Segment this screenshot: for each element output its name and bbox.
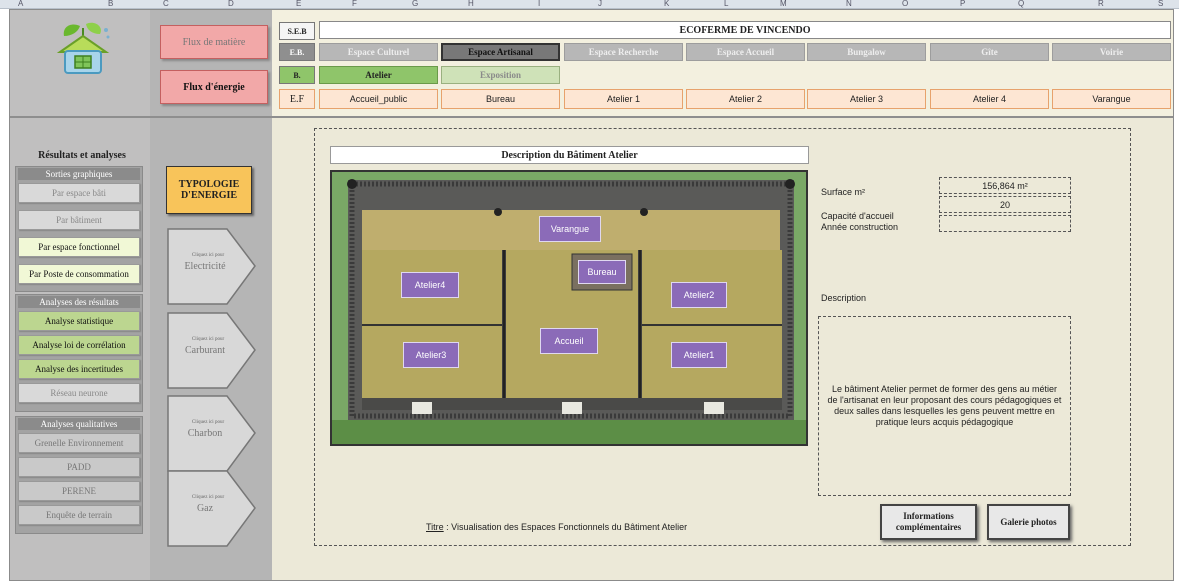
description-box: Le bâtiment Atelier permet de former des…: [818, 316, 1071, 496]
column-header-q[interactable]: Q: [1018, 0, 1024, 8]
espace-fonctionnel-button-1[interactable]: Bureau: [441, 89, 560, 109]
qualitatives-header: Analyses qualitatives: [18, 418, 140, 430]
column-header-s[interactable]: S: [1158, 0, 1163, 8]
row-tag-ef: E.F: [279, 89, 315, 109]
espace-bati-button-0[interactable]: Espace Culturel: [319, 43, 438, 61]
room-atelier1-label[interactable]: Atelier1: [671, 342, 727, 368]
espace-bati-button-3[interactable]: Espace Accueil: [686, 43, 805, 61]
header-divider: [10, 116, 1173, 118]
sidebar-heading: Résultats et analyses: [38, 150, 126, 161]
room-varangue-label[interactable]: Varangue: [539, 216, 601, 242]
description-title: Description du Bâtiment Atelier: [330, 146, 809, 164]
energy-hint-text: Cliquez ici pour: [191, 253, 225, 258]
espace-fonctionnel-button-5[interactable]: Atelier 4: [930, 89, 1049, 109]
annee-value: [939, 215, 1071, 232]
sorties-button-2[interactable]: Par espace fonctionnel: [18, 237, 140, 257]
floor-plan-image: Varangue Bureau Atelier4 Atelier2 Accuei…: [330, 170, 808, 446]
column-header-h[interactable]: H: [468, 0, 474, 8]
sorties-header: Sorties graphiques: [18, 168, 140, 180]
column-header-k[interactable]: K: [664, 0, 669, 8]
column-header-l[interactable]: L: [724, 0, 728, 8]
description-text: Le bâtiment Atelier permet de former des…: [827, 384, 1062, 427]
caption-prefix: Titre: [426, 522, 444, 532]
flux-energie-button[interactable]: Flux d'énergie: [160, 70, 268, 104]
qualitatives-button-3[interactable]: Enquête de terrain: [18, 505, 140, 525]
column-header-r[interactable]: R: [1098, 0, 1104, 8]
espace-bati-button-4[interactable]: Bungalow: [807, 43, 926, 61]
espace-bati-button-6[interactable]: Voirie: [1052, 43, 1171, 61]
espace-bati-button-2[interactable]: Espace Recherche: [564, 43, 683, 61]
spreadsheet-column-headers: A B C D E F G H I J K L M N O P Q R S: [0, 0, 1179, 9]
analyses-button-2[interactable]: Analyse des incertitudes: [18, 359, 140, 379]
espace-fonctionnel-button-4[interactable]: Atelier 3: [807, 89, 926, 109]
row-tag-seb: S.E.B: [279, 22, 315, 40]
column-header-j[interactable]: J: [598, 0, 602, 8]
energy-label: Charbon: [187, 428, 223, 439]
analyses-button-3[interactable]: Réseau neurone: [18, 383, 140, 403]
row-tag-b: B.: [279, 66, 315, 84]
page-title: ECOFERME DE VINCENDO: [319, 21, 1171, 39]
eco-house-logo: [50, 20, 115, 78]
capacite-label: Capacité d'accueil: [821, 211, 894, 221]
batiment-button-0[interactable]: Atelier: [319, 66, 438, 84]
annee-label: Année construction: [821, 222, 899, 232]
room-atelier2-label[interactable]: Atelier2: [671, 282, 727, 308]
column-header-m[interactable]: M: [780, 0, 787, 8]
column-header-p[interactable]: P: [960, 0, 965, 8]
column-header-e[interactable]: E: [296, 0, 301, 8]
energy-gaz-button[interactable]: Cliquez ici pour Gaz: [167, 470, 257, 550]
energy-label: Electricité: [184, 261, 226, 272]
column-header-i[interactable]: I: [538, 0, 540, 8]
column-header-a[interactable]: A: [18, 0, 23, 8]
description-label: Description: [821, 293, 867, 303]
galerie-photos-button[interactable]: Galerie photos: [987, 504, 1070, 540]
batiment-button-1[interactable]: Exposition: [441, 66, 560, 84]
energy-label: Gaz: [196, 503, 214, 514]
column-header-o[interactable]: O: [902, 0, 908, 8]
room-bureau-label[interactable]: Bureau: [578, 260, 626, 284]
column-header-f[interactable]: F: [352, 0, 357, 8]
surface-label: Surface m²: [821, 187, 866, 197]
analyses-button-1[interactable]: Analyse loi de corrélation: [18, 335, 140, 355]
energy-hint-text: Cliquez ici pour: [191, 495, 225, 500]
column-header-g[interactable]: G: [412, 0, 418, 8]
espace-bati-button-5[interactable]: Gîte: [930, 43, 1049, 61]
sorties-button-0[interactable]: Par espace bâti: [18, 183, 140, 203]
analyses-button-0[interactable]: Analyse statistique: [18, 311, 140, 331]
energy-hint-text: Cliquez ici pour: [191, 337, 225, 342]
qualitatives-button-2[interactable]: PERENE: [18, 481, 140, 501]
energy-carburant-button[interactable]: Cliquez ici pour Carburant: [167, 312, 257, 392]
column-header-c[interactable]: C: [163, 0, 169, 8]
energy-charbon-button[interactable]: Cliquez ici pour Charbon: [167, 395, 257, 475]
sorties-button-1[interactable]: Par bâtiment: [18, 210, 140, 230]
flux-matiere-button[interactable]: Flux de matière: [160, 25, 268, 59]
column-header-n[interactable]: N: [846, 0, 852, 8]
caption-text: : Visualisation des Espaces Fonctionnels…: [443, 522, 688, 532]
energy-label: Carburant: [185, 345, 225, 356]
qualitatives-button-1[interactable]: PADD: [18, 457, 140, 477]
surface-value: 156,864 m²: [939, 177, 1071, 194]
room-accueil-label[interactable]: Accueil: [540, 328, 598, 354]
capacite-value: 20: [939, 196, 1071, 213]
energy-hint-text: Cliquez ici pour: [191, 420, 225, 425]
espace-fonctionnel-button-2[interactable]: Atelier 1: [564, 89, 683, 109]
typologie-energie-box: TYPOLOGIE D'ENERGIE: [166, 166, 252, 214]
column-header-d[interactable]: D: [228, 0, 234, 8]
sorties-button-3[interactable]: Par Poste de consommation: [18, 264, 140, 284]
room-atelier3-label[interactable]: Atelier3: [403, 342, 459, 368]
row-tag-eb: E.B.: [279, 43, 315, 61]
column-header-b[interactable]: B: [108, 0, 113, 8]
espace-bati-button-1[interactable]: Espace Artisanal: [441, 43, 560, 61]
qualitatives-button-0[interactable]: Grenelle Environnement: [18, 433, 140, 453]
analyses-header: Analyses des résultats: [18, 296, 140, 308]
espace-fonctionnel-button-3[interactable]: Atelier 2: [686, 89, 805, 109]
informations-button[interactable]: Informations complémentaires: [880, 504, 977, 540]
energy-electricité-button[interactable]: Cliquez ici pour Electricité: [167, 228, 257, 308]
espace-fonctionnel-button-0[interactable]: Accueil_public: [319, 89, 438, 109]
espace-fonctionnel-button-6[interactable]: Varangue: [1052, 89, 1171, 109]
image-caption: Titre : Visualisation des Espaces Foncti…: [426, 522, 687, 532]
room-atelier4-label[interactable]: Atelier4: [401, 272, 459, 298]
